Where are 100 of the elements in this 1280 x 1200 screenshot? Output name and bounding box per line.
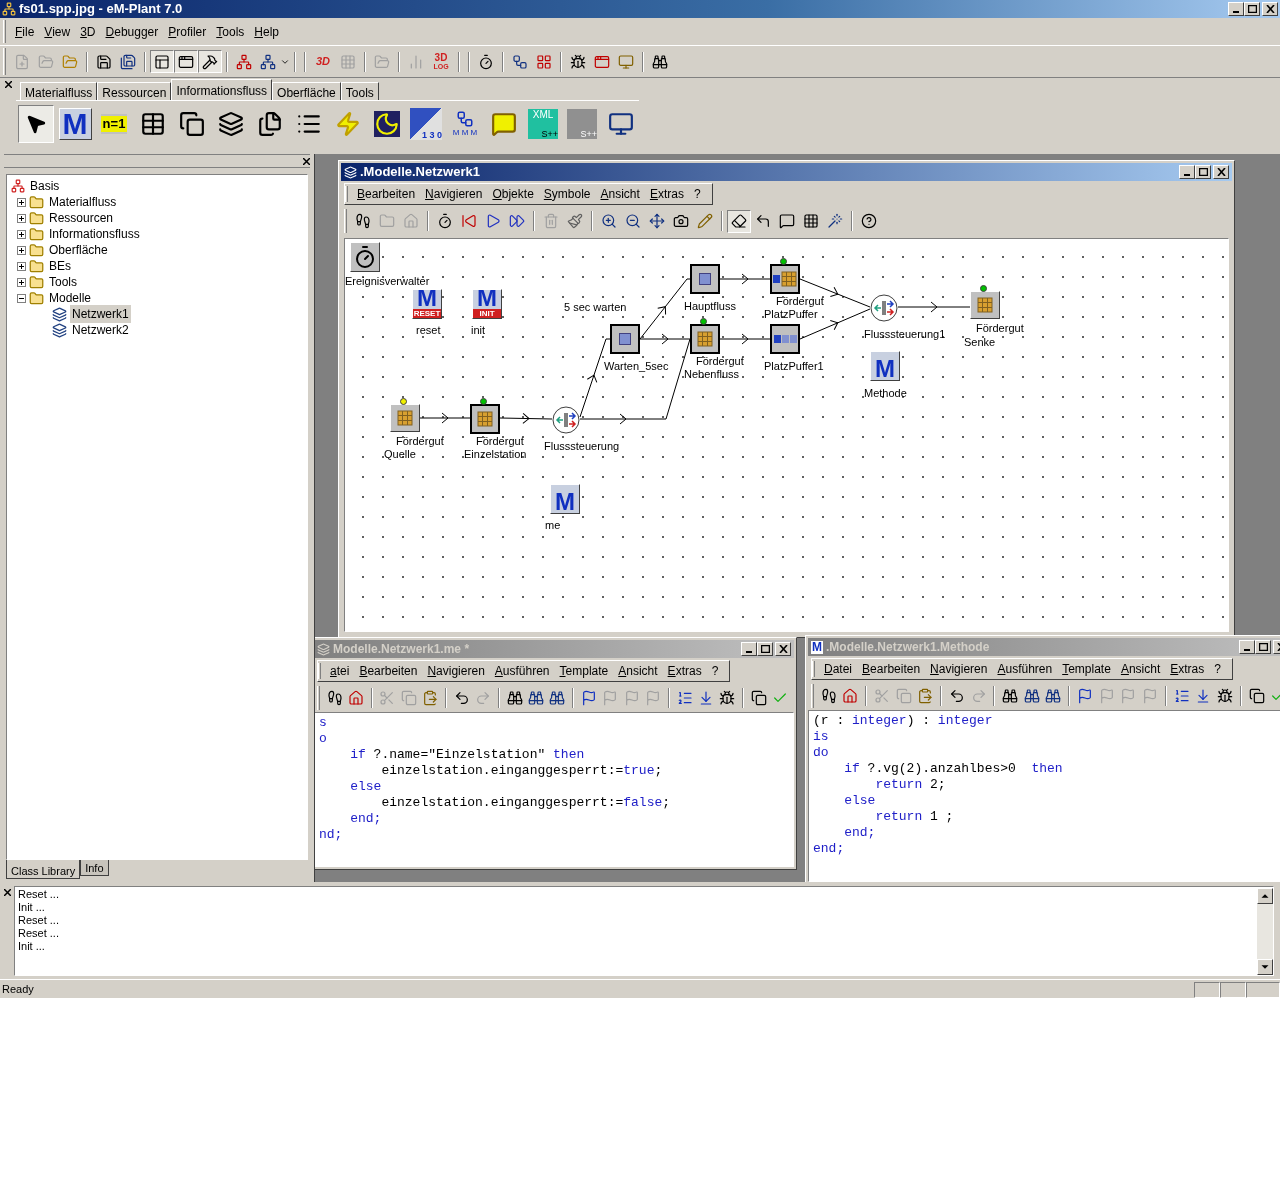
menu-item[interactable]: Tools <box>211 22 250 41</box>
code-line: (r : integer) : integer <box>813 713 993 729</box>
menu-item[interactable]: Debugger <box>100 22 164 41</box>
tab[interactable]: Ressourcen <box>97 82 172 100</box>
node-label: reset <box>416 324 441 336</box>
menu-item[interactable]: atei <box>325 662 355 680</box>
code-line: else <box>843 793 876 809</box>
menu-item[interactable]: View <box>39 22 76 41</box>
method-node[interactable]: M <box>870 351 900 381</box>
menu-item[interactable]: 3D <box>75 22 101 41</box>
node-label: Senke <box>964 336 996 348</box>
palette-button[interactable]: M M M <box>447 104 483 143</box>
tree-item[interactable]: Modelle <box>47 289 94 307</box>
content-label: Fördergut <box>396 435 444 447</box>
menu-item[interactable]: Extras <box>644 185 689 203</box>
code-line: if ?.name="Einzelstation" then <box>349 747 585 763</box>
tab[interactable]: Class Library <box>6 860 81 879</box>
note-text: 5 sec warten <box>564 300 627 315</box>
tree-item[interactable]: Netzwerk2 <box>70 321 131 339</box>
menu-item[interactable]: Ausführen <box>992 660 1058 678</box>
menu-item[interactable]: Datei <box>819 660 858 678</box>
code-line: einzelstation.einganggesperrt:=true; <box>380 763 663 779</box>
menu-item[interactable]: ? <box>688 185 706 203</box>
node-label: Quelle <box>384 448 416 460</box>
code-editor[interactable]: (r : integer) : integer is do if ?.vg(2).anzahlbes>0 then return 2; else return 1 ; end; end; <box>808 710 1280 882</box>
content-label: Fördergut <box>696 355 744 367</box>
menu-item[interactable]: Ansicht <box>1115 660 1166 678</box>
menu-item[interactable]: Bearbeiten <box>857 660 926 678</box>
code-line: do <box>813 745 829 761</box>
menu-item[interactable]: Template <box>554 662 614 680</box>
tree-item[interactable]: Netzwerk1 <box>70 305 131 323</box>
node-label: init <box>471 324 486 336</box>
menu-item[interactable]: Ansicht <box>595 185 645 203</box>
menu-item[interactable]: Help <box>249 22 284 41</box>
menu-item[interactable]: Ausführen <box>489 662 555 680</box>
menu-item[interactable]: Bearbeiten <box>352 185 421 203</box>
node-label: Methode <box>864 387 907 399</box>
menu-item[interactable]: ? <box>1209 660 1226 678</box>
menu-item[interactable]: Profiler <box>163 22 212 41</box>
code-line: end; <box>813 841 845 857</box>
code-line: is <box>813 729 829 745</box>
code-line: return 1 ; <box>874 809 954 825</box>
content-label: Fördergut <box>476 435 524 447</box>
toolbar-button[interactable]: 3D <box>310 50 336 73</box>
tab[interactable]: Tools <box>340 82 379 100</box>
node-label: Ereignisverwalter <box>345 275 430 287</box>
node-label: Nebenfluss <box>684 368 740 380</box>
method-node[interactable]: M RESET <box>412 289 442 319</box>
menu-item[interactable]: Extras <box>1165 660 1210 678</box>
menu-item[interactable]: Navigieren <box>420 185 488 203</box>
menu-item[interactable]: Bearbeiten <box>354 662 423 680</box>
window-title: .Modelle.Netzwerk1.Methode <box>826 639 991 656</box>
window-title: Modelle.Netzwerk1.me * <box>333 641 471 658</box>
node-label: Flusssteuerung <box>544 440 620 452</box>
node-label: Hauptfluss <box>684 300 736 312</box>
menu-item[interactable]: File <box>10 22 40 41</box>
variable-glyph: n=1 <box>100 113 128 134</box>
status-text: Ready <box>1 982 35 998</box>
tree-item[interactable]: Ressourcen <box>47 209 116 227</box>
tab[interactable]: Oberfläche <box>272 82 341 100</box>
content-label: Fördergut <box>776 295 824 307</box>
node-label: PlatzPuffer <box>764 308 818 320</box>
code-line: return 2; <box>874 777 946 793</box>
menu-item[interactable]: Ansicht <box>613 662 663 680</box>
tab[interactable]: Informationsfluss <box>171 79 273 100</box>
tree-item[interactable]: Tools <box>47 273 79 291</box>
node-label: Einzelstation <box>464 448 527 460</box>
node-label: Warten_5sec <box>604 360 669 372</box>
menu-item[interactable]: Objekte <box>487 185 539 203</box>
content-label: Fördergut <box>976 322 1024 334</box>
menu-item[interactable]: Template <box>1057 660 1116 678</box>
method-node[interactable]: M <box>550 484 580 514</box>
tree-item[interactable]: Basis <box>28 177 62 195</box>
menu-item[interactable]: Symbole <box>538 185 596 203</box>
log-line: Init ... <box>18 940 45 953</box>
method-icon-glyph: M <box>811 640 823 654</box>
tab[interactable]: Info <box>80 860 109 876</box>
method-node[interactable]: M INIT <box>472 289 502 319</box>
tree-item[interactable]: Informationsfluss <box>47 225 142 243</box>
menu-item[interactable]: ? <box>706 662 724 680</box>
tab[interactable]: Materialfluss <box>20 82 98 100</box>
window-title: fs01.spp.jpg - eM-Plant 7.0 <box>19 0 184 19</box>
code-line: else <box>349 779 382 795</box>
code-line: o <box>319 731 327 747</box>
menu-item[interactable]: Navigieren <box>925 660 993 678</box>
log-line: Reset ... <box>18 914 59 927</box>
code-line: s <box>319 715 327 731</box>
code-line: nd; <box>319 827 343 843</box>
code-line: end; <box>843 825 876 841</box>
palette-button[interactable]: n=1 <box>96 104 132 143</box>
log-line: Reset ... <box>18 888 59 901</box>
log-line: Init ... <box>18 901 45 914</box>
tree-item[interactable]: Materialfluss <box>47 193 119 211</box>
code-editor[interactable]: s o if ?.name="Einzelstation" then einzelstation.einganggesperrt:=true; else einzelstation.einganggesperrt:=false; end; nd; <box>315 712 794 867</box>
node-label: PlatzPuffer1 <box>764 360 824 372</box>
window-title: .Modelle.Netzwerk1 <box>360 163 481 182</box>
menu-item[interactable]: Extras <box>662 662 707 680</box>
tree-item[interactable]: Oberfläche <box>47 241 110 259</box>
tree-item[interactable]: BEs <box>47 257 73 275</box>
menu-item[interactable]: Navigieren <box>422 662 490 680</box>
